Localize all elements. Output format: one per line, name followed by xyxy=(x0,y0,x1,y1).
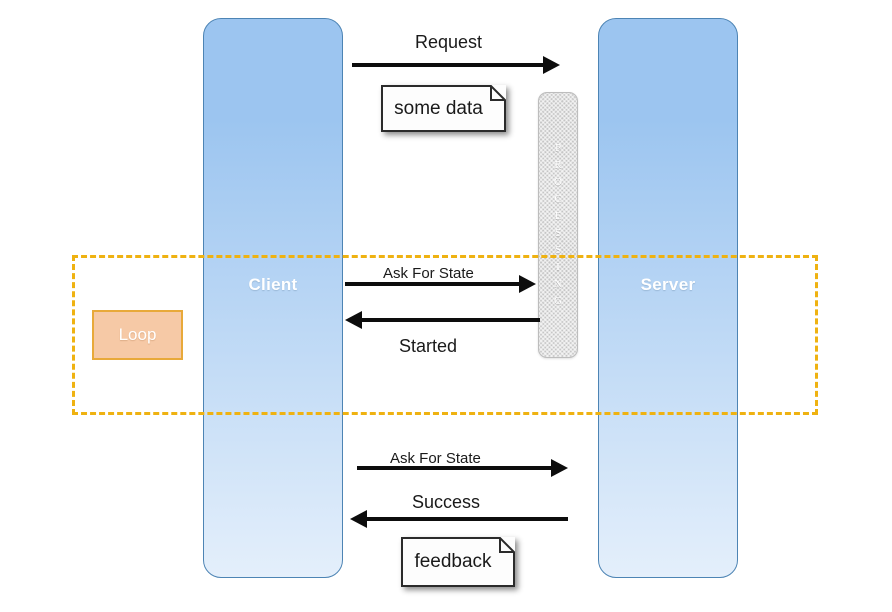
message-arrow-request[interactable] xyxy=(352,63,547,67)
loop-fragment-label[interactable]: Loop xyxy=(92,310,183,360)
message-label-request: Request xyxy=(415,32,483,52)
arrow-head-request xyxy=(543,56,560,74)
message-label-ask-for-state-2: Ask For State xyxy=(390,450,481,467)
activation-letter: E xyxy=(554,209,562,222)
arrow-head-ask-for-state-2 xyxy=(551,459,568,477)
sequence-diagram-canvas: Client Server P R O C E S S I N G Loop Request Ask For… xyxy=(0,0,892,612)
activation-letter: R xyxy=(554,158,562,171)
arrow-head-success xyxy=(350,510,367,528)
activation-letter: P xyxy=(554,141,562,154)
arrow-head-ask-for-state-1 xyxy=(519,275,536,293)
message-label-started: Started xyxy=(399,336,458,356)
message-label-success: Success xyxy=(412,492,481,512)
message-arrow-started[interactable] xyxy=(358,318,540,322)
note-some-data-note[interactable]: some data xyxy=(381,85,506,132)
note-feedback-note[interactable]: feedback xyxy=(401,537,515,587)
arrow-head-started xyxy=(345,311,362,329)
note-text-feedback-note: feedback xyxy=(414,551,492,572)
message-arrow-ask-for-state-1[interactable] xyxy=(345,282,523,286)
message-arrow-success[interactable] xyxy=(363,517,568,521)
activation-letter: C xyxy=(554,192,562,205)
activation-letter: S xyxy=(554,227,562,239)
activation-letter: O xyxy=(554,175,562,188)
message-label-ask-for-state-1: Ask For State xyxy=(383,265,474,282)
note-text-some-data-note: some data xyxy=(394,97,483,119)
